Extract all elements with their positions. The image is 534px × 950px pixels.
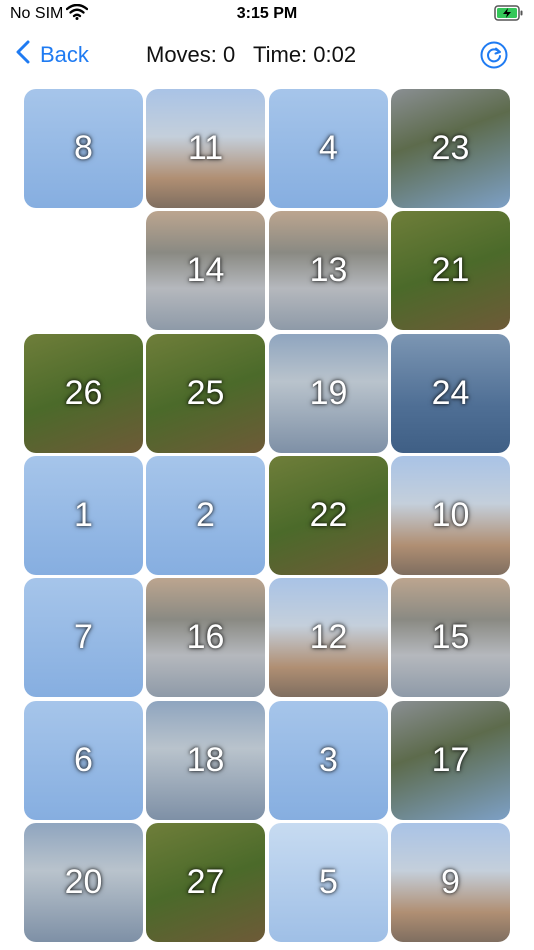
moves-counter: Moves: 0 [146,42,236,67]
tile-number: 1 [74,496,93,534]
puzzle-tile[interactable]: 6 [24,701,143,820]
tile-number: 21 [431,251,470,289]
puzzle-tile[interactable]: 13 [269,211,388,330]
puzzle-tile[interactable]: 17 [391,701,510,820]
puzzle-tile[interactable]: 7 [24,578,143,697]
battery-charging-icon [494,5,524,26]
puzzle-tile[interactable]: 21 [391,211,510,330]
timer: Time: 0:02 [252,42,357,67]
tile-number: 24 [431,374,470,412]
puzzle-tile[interactable]: 27 [146,823,265,942]
puzzle-tile[interactable]: 3 [269,701,388,820]
puzzle-tile[interactable]: 2 [146,456,265,575]
tile-number: 5 [319,863,338,901]
puzzle-tile[interactable]: 5 [269,823,388,942]
tile-number: 3 [319,741,338,779]
tile-number: 16 [186,618,225,656]
puzzle-tile[interactable]: 16 [146,578,265,697]
back-label: Back [40,42,89,67]
tile-number: 26 [64,374,103,412]
puzzle-tile[interactable]: 26 [24,334,143,453]
puzzle-tile[interactable]: 19 [269,334,388,453]
tile-number: 22 [309,496,348,534]
tile-number: 8 [74,129,93,167]
tile-number: 7 [74,618,93,656]
puzzle-tile[interactable]: 25 [146,334,265,453]
puzzle-tile[interactable]: 22 [269,456,388,575]
puzzle-tile[interactable]: 24 [391,334,510,453]
tile-number: 11 [187,129,224,167]
tile-number: 25 [186,374,225,412]
tile-number: 10 [431,496,470,534]
puzzle-tile[interactable]: 1 [24,456,143,575]
tile-number: 12 [309,618,348,656]
reset-button[interactable] [480,41,508,74]
tile-number: 9 [441,863,460,901]
tile-number: 15 [431,618,470,656]
puzzle-tile[interactable]: 12 [269,578,388,697]
tile-number: 4 [319,129,338,167]
tile-number: 14 [186,251,225,289]
tile-number: 20 [64,863,103,901]
tile-number: 19 [309,374,348,412]
status-time: 3:15 PM [236,5,298,22]
puzzle-tile[interactable]: 8 [24,89,143,208]
refresh-icon [480,41,508,73]
puzzle-tile[interactable]: 15 [391,578,510,697]
puzzle-tile[interactable]: 20 [24,823,143,942]
tile-number: 27 [186,863,225,901]
tile-number: 23 [431,129,470,167]
game-stats: Moves: 0 Time: 0:02 [146,42,368,68]
tile-number: 18 [186,741,225,779]
puzzle-tile[interactable]: 14 [146,211,265,330]
tile-number: 13 [309,251,348,289]
status-bar: No SIM 3:15 PM [0,0,534,30]
puzzle-board: 8 11 4 23 14 13 21 26 25 19 24 1 2 22 10 7 16 12 15 6 18 3 17 2… [24,89,510,943]
puzzle-tile[interactable]: 10 [391,456,510,575]
puzzle-tile[interactable]: 23 [391,89,510,208]
puzzle-tile[interactable]: 9 [391,823,510,942]
tile-number: 2 [196,496,215,534]
back-button[interactable]: Back [16,40,89,70]
puzzle-tile[interactable]: 18 [146,701,265,820]
tile-number: 17 [431,741,470,779]
chevron-left-icon [16,40,30,70]
puzzle-tile[interactable]: 4 [269,89,388,208]
tile-number: 6 [74,741,93,779]
puzzle-tile[interactable]: 11 [146,89,265,208]
